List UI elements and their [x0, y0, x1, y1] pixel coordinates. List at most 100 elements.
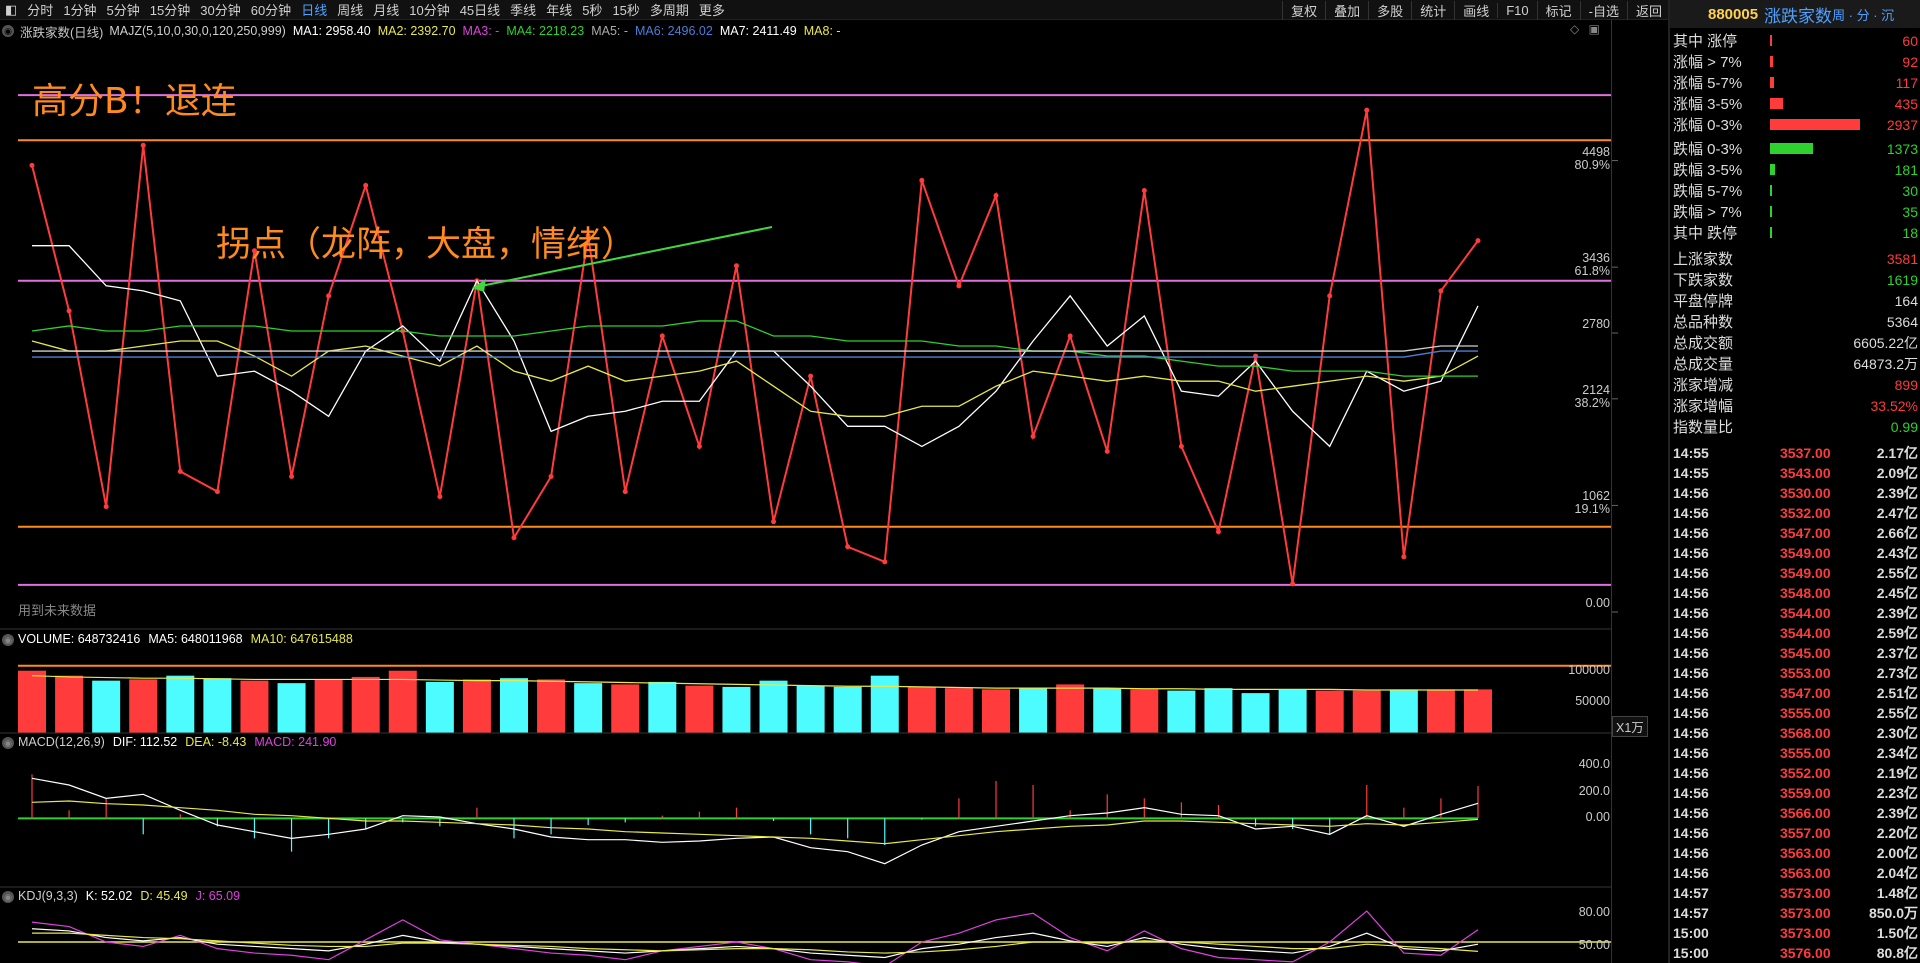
stat-value: 92	[1902, 53, 1918, 70]
data-point	[214, 489, 220, 495]
big-title-annotation: 高分B！退连	[32, 81, 237, 122]
series-line	[32, 345, 1478, 352]
macd-y-tick: 400.0	[1578, 757, 1610, 771]
stat-bar	[1770, 98, 1783, 109]
legend-item: K: 52.02	[85, 889, 133, 903]
period-tab[interactable]: 分时	[22, 0, 58, 19]
volume-bar	[462, 679, 491, 733]
macd-y-tick: 0.00	[1585, 810, 1610, 825]
data-point	[1290, 581, 1296, 587]
stat-row: 跌幅 > 7% 35	[1670, 201, 1920, 222]
collapse-icon[interactable]: ◉	[2, 25, 14, 37]
summary-row: 上涨家数 3581	[1670, 248, 1920, 269]
legend-item: MA8: -	[803, 24, 841, 38]
toolbar-button[interactable]: 返回	[1626, 0, 1670, 20]
tick-row: 14:56 3545.00 2.37亿	[1670, 643, 1920, 663]
period-tab[interactable]: 5秒	[577, 0, 607, 19]
tick-row: 14:56 3553.00 2.73亿	[1670, 663, 1920, 683]
diamond-icon[interactable]: ◇	[1570, 22, 1579, 36]
toolbar-button[interactable]: 标记	[1536, 0, 1580, 20]
tick-price: 3545.00	[1780, 645, 1831, 661]
toolbar-button[interactable]: -自选	[1579, 0, 1627, 20]
y-tick-label: 0.00	[1585, 596, 1610, 610]
period-tab[interactable]: 更多	[694, 0, 730, 19]
tick-price: 3552.00	[1780, 765, 1831, 781]
legend-item: MA6: 2496.02	[635, 24, 713, 38]
side-tabs[interactable]: 周 · 分 · 沉	[1832, 5, 1894, 24]
period-tab[interactable]: 10分钟	[404, 0, 454, 19]
y-tick-pct: 61.8%	[1574, 264, 1610, 279]
summary-row: 指数量比 0.99	[1670, 416, 1920, 437]
tick-price: 3568.00	[1780, 725, 1831, 741]
volume-bar	[796, 685, 825, 733]
period-tab[interactable]: 1分钟	[58, 0, 101, 19]
toolbar-button[interactable]: F10	[1497, 2, 1536, 18]
tick-price: 3557.00	[1780, 825, 1831, 841]
toolbar-button[interactable]: 多股	[1368, 0, 1411, 20]
period-tab[interactable]: 45日线	[455, 0, 505, 19]
y-tick-label: 1062	[1582, 489, 1610, 504]
data-point	[437, 494, 443, 500]
tick-time: 14:56	[1673, 605, 1709, 621]
tick-time: 14:56	[1673, 645, 1709, 661]
period-tab[interactable]: 日线	[296, 0, 332, 19]
tick-time: 14:56	[1673, 685, 1709, 701]
tick-amount: 2.51亿	[1876, 685, 1918, 701]
tick-price: 3566.00	[1780, 805, 1831, 821]
period-tab[interactable]: 5分钟	[102, 0, 145, 19]
toolbar-button[interactable]: 叠加	[1325, 0, 1368, 20]
macd-legend: ◉ MACD(12,26,9) DIF: 112.52 DEA: -8.43 MACD:…	[0, 735, 344, 749]
volume-bar	[944, 688, 973, 733]
summary-value: 3581	[1886, 250, 1918, 267]
period-tab[interactable]: 15分钟	[145, 0, 195, 19]
period-tab[interactable]: 60分钟	[246, 0, 296, 19]
tick-price: 3547.00	[1780, 685, 1831, 701]
collapse-icon[interactable]: ◉	[2, 890, 14, 903]
window-icon[interactable]: ▣	[1589, 22, 1600, 36]
volume-bar	[1093, 688, 1122, 733]
tick-price: 3555.00	[1780, 705, 1831, 721]
series-line	[31, 320, 1478, 377]
data-point	[919, 177, 925, 183]
volume-bar	[351, 676, 380, 733]
volume-bar	[1352, 690, 1381, 733]
legend-item: MA5: 648011968	[148, 632, 243, 646]
volume-bar	[1464, 689, 1492, 733]
tick-amount: 2.30亿	[1876, 725, 1918, 741]
collapse-icon[interactable]: ◉	[2, 633, 14, 646]
period-tab[interactable]: 多周期	[645, 0, 694, 19]
tick-price: 3555.00	[1780, 745, 1831, 761]
collapse-icon[interactable]: ◉	[2, 736, 14, 749]
period-tab[interactable]: 30分钟	[195, 0, 245, 19]
data-point	[1178, 443, 1184, 449]
summary-label: 平盘停牌	[1673, 293, 1734, 310]
legend-item: VOLUME: 648732416	[18, 632, 141, 646]
period-tab[interactable]: 周线	[332, 0, 368, 19]
toolbar-button[interactable]: 画线	[1454, 0, 1497, 20]
toolbar-button[interactable]: 统计	[1411, 0, 1454, 20]
tick-price: 3544.00	[1780, 605, 1831, 621]
volume-bar	[1315, 690, 1344, 733]
period-tab[interactable]: 季线	[505, 0, 541, 19]
data-point	[511, 535, 517, 541]
period-tab[interactable]: 15秒	[607, 0, 644, 19]
toolbar-button[interactable]: 复权	[1282, 0, 1325, 20]
y-tick-pct: 19.1%	[1574, 502, 1610, 517]
tick-price: 3547.00	[1780, 525, 1831, 541]
data-point	[1401, 554, 1407, 560]
period-tab[interactable]: 月线	[368, 0, 404, 19]
period-tabs: 分时 1分钟 5分钟 15分钟 30分钟 60分钟 日线 周线 月线 10分钟 45日线 季线 年线 5秒…	[22, 0, 730, 19]
data-point	[29, 162, 35, 168]
data-point	[696, 443, 702, 449]
stat-value: 181	[1894, 161, 1918, 178]
tick-row: 15:00 3576.00 80.8亿	[1670, 943, 1920, 963]
stat-row: 其中 涨停 60	[1670, 30, 1920, 51]
data-point	[808, 373, 814, 379]
period-tab[interactable]: 年线	[541, 0, 577, 19]
data-point	[326, 293, 332, 299]
summary-label: 涨家增减	[1673, 377, 1734, 394]
legend-item: MACD(12,26,9)	[18, 735, 105, 749]
data-point	[363, 182, 369, 188]
volume-bar	[833, 686, 862, 733]
toolbar-menu-icon[interactable]: ◧	[0, 2, 22, 18]
